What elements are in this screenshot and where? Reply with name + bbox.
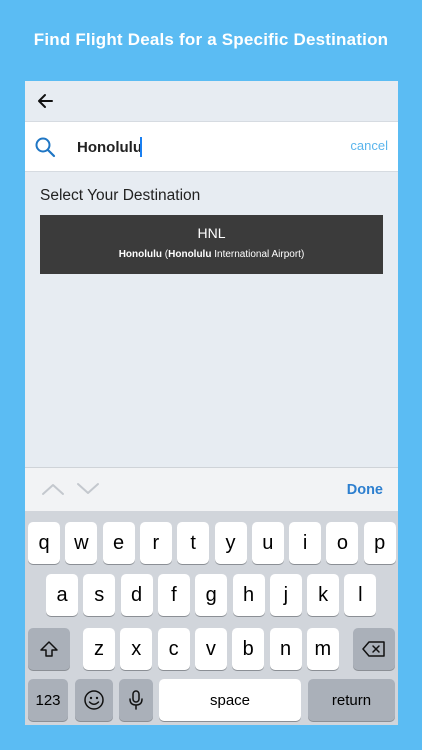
shift-key[interactable]: [28, 628, 70, 670]
key-q[interactable]: q: [28, 522, 60, 564]
key-d[interactable]: d: [120, 574, 153, 616]
phone-screen: cancel Select Your Destination HNL Honol…: [25, 81, 398, 725]
key-a[interactable]: a: [46, 574, 78, 616]
key-r[interactable]: r: [139, 522, 172, 564]
paren-close: ): [300, 249, 305, 260]
key-t[interactable]: t: [177, 522, 210, 564]
key-u[interactable]: u: [251, 522, 284, 564]
key-l[interactable]: l: [344, 574, 377, 616]
key-s[interactable]: s: [83, 574, 116, 616]
key-m[interactable]: m: [306, 628, 339, 670]
microphone-icon: [129, 690, 143, 710]
airport-rest: International Airport: [211, 249, 301, 260]
key-x[interactable]: x: [120, 628, 153, 670]
nav-bar: [25, 81, 398, 121]
return-key[interactable]: return: [308, 679, 395, 721]
airport-code: HNL: [197, 225, 226, 241]
keyboard-accessory-bar: Done: [25, 467, 398, 511]
key-i[interactable]: i: [289, 522, 322, 564]
key-n[interactable]: n: [269, 628, 302, 670]
city-name: Honolulu: [118, 249, 163, 260]
key-w[interactable]: w: [65, 522, 98, 564]
chevron-down-icon[interactable]: [75, 480, 101, 498]
back-button[interactable]: [33, 89, 57, 113]
key-k[interactable]: k: [307, 574, 340, 616]
search-input[interactable]: [77, 134, 337, 160]
key-p[interactable]: p: [363, 522, 396, 564]
key-v[interactable]: v: [194, 628, 227, 670]
key-b[interactable]: b: [232, 628, 265, 670]
key-g[interactable]: g: [195, 574, 228, 616]
key-j[interactable]: j: [269, 574, 302, 616]
emoji-icon: [84, 690, 104, 710]
backspace-key[interactable]: [353, 628, 395, 670]
cancel-button[interactable]: cancel: [350, 138, 388, 153]
key-h[interactable]: h: [232, 574, 265, 616]
section-title: Select Your Destination: [40, 187, 201, 204]
search-icon: [35, 137, 56, 158]
key-e[interactable]: e: [102, 522, 135, 564]
key-z[interactable]: z: [83, 628, 115, 670]
space-key[interactable]: space: [159, 679, 301, 721]
airport-name: Honolulu (Honolulu International Airport…: [40, 249, 383, 260]
keyboard: qwertyuiop asdfghjkl zxcvbnm 123 space r…: [25, 511, 398, 725]
key-c[interactable]: c: [157, 628, 190, 670]
key-y[interactable]: y: [214, 522, 247, 564]
shift-icon: [40, 641, 58, 657]
backspace-icon: [362, 641, 385, 657]
text-cursor: [140, 137, 142, 157]
destination-result[interactable]: HNL Honolulu (Honolulu International Air…: [40, 215, 383, 274]
dictation-key[interactable]: [119, 679, 153, 721]
promo-headline: Find Flight Deals for a Specific Destina…: [33, 30, 389, 49]
search-bar: cancel: [25, 121, 398, 172]
emoji-key[interactable]: [75, 679, 113, 721]
numbers-key[interactable]: 123: [28, 679, 68, 721]
key-f[interactable]: f: [157, 574, 190, 616]
done-button[interactable]: Done: [347, 482, 383, 498]
airport-match: Honolulu: [168, 249, 212, 260]
key-o[interactable]: o: [326, 522, 359, 564]
arrow-left-icon: [38, 94, 53, 108]
chevron-up-icon[interactable]: [40, 480, 66, 498]
